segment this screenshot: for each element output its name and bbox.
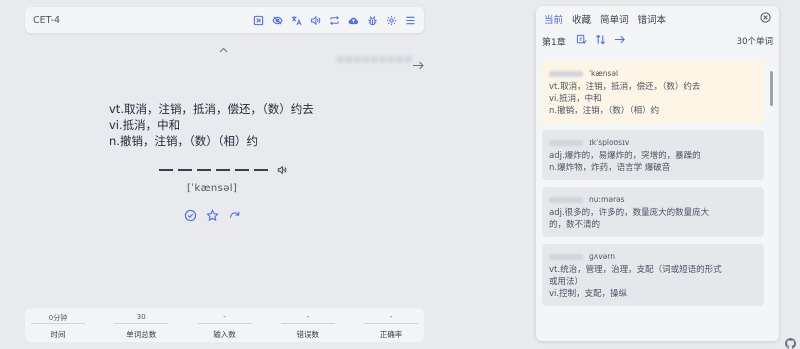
word-translation: vt.取消，注销，抵消，偿还，（数）约去 vi.抵消，中和 n.撤销，注销，（数…	[109, 101, 314, 149]
menu-icon[interactable]	[404, 14, 416, 26]
word-hidden	[549, 140, 583, 146]
letter-slot	[254, 169, 268, 171]
cloud-upload-icon[interactable]	[347, 14, 359, 26]
skip-icon[interactable]	[252, 14, 264, 26]
letter-slot	[235, 169, 249, 171]
gear-icon[interactable]	[385, 14, 397, 26]
tab-current[interactable]: 当前	[544, 12, 563, 26]
next-word-preview[interactable]: ■■■■■■■■■	[336, 55, 413, 65]
close-icon[interactable]	[760, 12, 771, 26]
redo-icon[interactable]	[228, 207, 241, 226]
panel-subbar: 第1章 30个单词	[536, 32, 779, 50]
word-hidden	[549, 254, 583, 260]
word-hidden	[549, 197, 583, 203]
word-hidden	[549, 71, 583, 77]
scrollbar[interactable]	[770, 71, 773, 106]
letter-slot	[178, 169, 192, 171]
panel-tabs: 当前 收藏 简单词 错词本	[536, 6, 779, 32]
letter-slots	[159, 169, 268, 171]
list-item[interactable]: ɡʌvərn vt.统治，管理，治理，支配（词或短语的形式 或用法） vi.控制…	[542, 244, 764, 306]
phonetic: [ˈkænsəl]	[187, 183, 238, 194]
letter-slot	[216, 169, 230, 171]
translate-icon[interactable]	[290, 14, 302, 26]
dictionary-selector[interactable]: CET-4	[33, 15, 60, 26]
chevron-up-icon[interactable]	[219, 38, 228, 57]
stat-accuracy: - 正确率	[364, 308, 418, 342]
stat-total-words: 30 单词总数	[114, 308, 169, 342]
top-toolbar: CET-4	[25, 7, 424, 33]
hide-icon[interactable]	[271, 14, 283, 26]
letter-slot	[197, 169, 211, 171]
star-icon[interactable]	[206, 207, 219, 226]
tab-easy-words[interactable]: 简单词	[600, 12, 629, 26]
copy-icon[interactable]	[576, 34, 587, 48]
stat-error-count: - 错误数	[280, 308, 335, 342]
mark-known-icon[interactable]	[184, 207, 197, 226]
word-list: ˈkænsəl vt.取消，注销，抵消，偿还，（数）约去 vi.抵消，中和 n.…	[542, 61, 764, 313]
arrow-right-icon[interactable]	[412, 55, 424, 74]
stat-input-count: - 输入数	[197, 308, 252, 342]
list-item[interactable]: nuːmərəs adj.很多的，许多的，数量庞大的数量庞大 的，数不清的	[542, 187, 764, 237]
word-actions	[184, 207, 241, 226]
pronounce-sound-icon[interactable]	[277, 160, 287, 179]
word-list-panel: 当前 收藏 简单词 错词本 第1章 30个单词 ˈkænsəl vt.取消，注销…	[536, 6, 779, 341]
bug-icon[interactable]	[366, 14, 378, 26]
translation-line: vt.取消，注销，抵消，偿还，（数）约去	[109, 102, 314, 116]
stat-time: 0分钟 时间	[31, 308, 85, 342]
loop-icon[interactable]	[328, 14, 340, 26]
list-item[interactable]: ˈkænsəl vt.取消，注销，抵消，偿还，（数）约去 vi.抵消，中和 n.…	[542, 61, 764, 123]
github-icon[interactable]	[784, 334, 797, 349]
translation-line: vi.抵消，中和	[109, 118, 181, 132]
translation-line: n.撤销，注销，（数）（相）约	[109, 134, 258, 148]
sort-icon[interactable]	[595, 34, 606, 48]
sound-icon[interactable]	[309, 14, 321, 26]
tab-favorites[interactable]: 收藏	[572, 12, 591, 26]
letter-slot	[159, 169, 173, 171]
tab-wrong-words[interactable]: 错词本	[638, 12, 667, 26]
panel-chapter: 第1章	[542, 37, 566, 48]
stats-bar: 0分钟 时间 30 单词总数 - 输入数 - 错误数 - 正确率	[25, 308, 424, 342]
word-count: 30个单词	[736, 37, 773, 47]
list-item[interactable]: ɪkˈsploʊsɪv adj.爆炸的，易爆炸的，突增的，暴躁的 n.爆炸物，炸…	[542, 130, 764, 180]
arrow-right-icon[interactable]	[614, 34, 625, 48]
